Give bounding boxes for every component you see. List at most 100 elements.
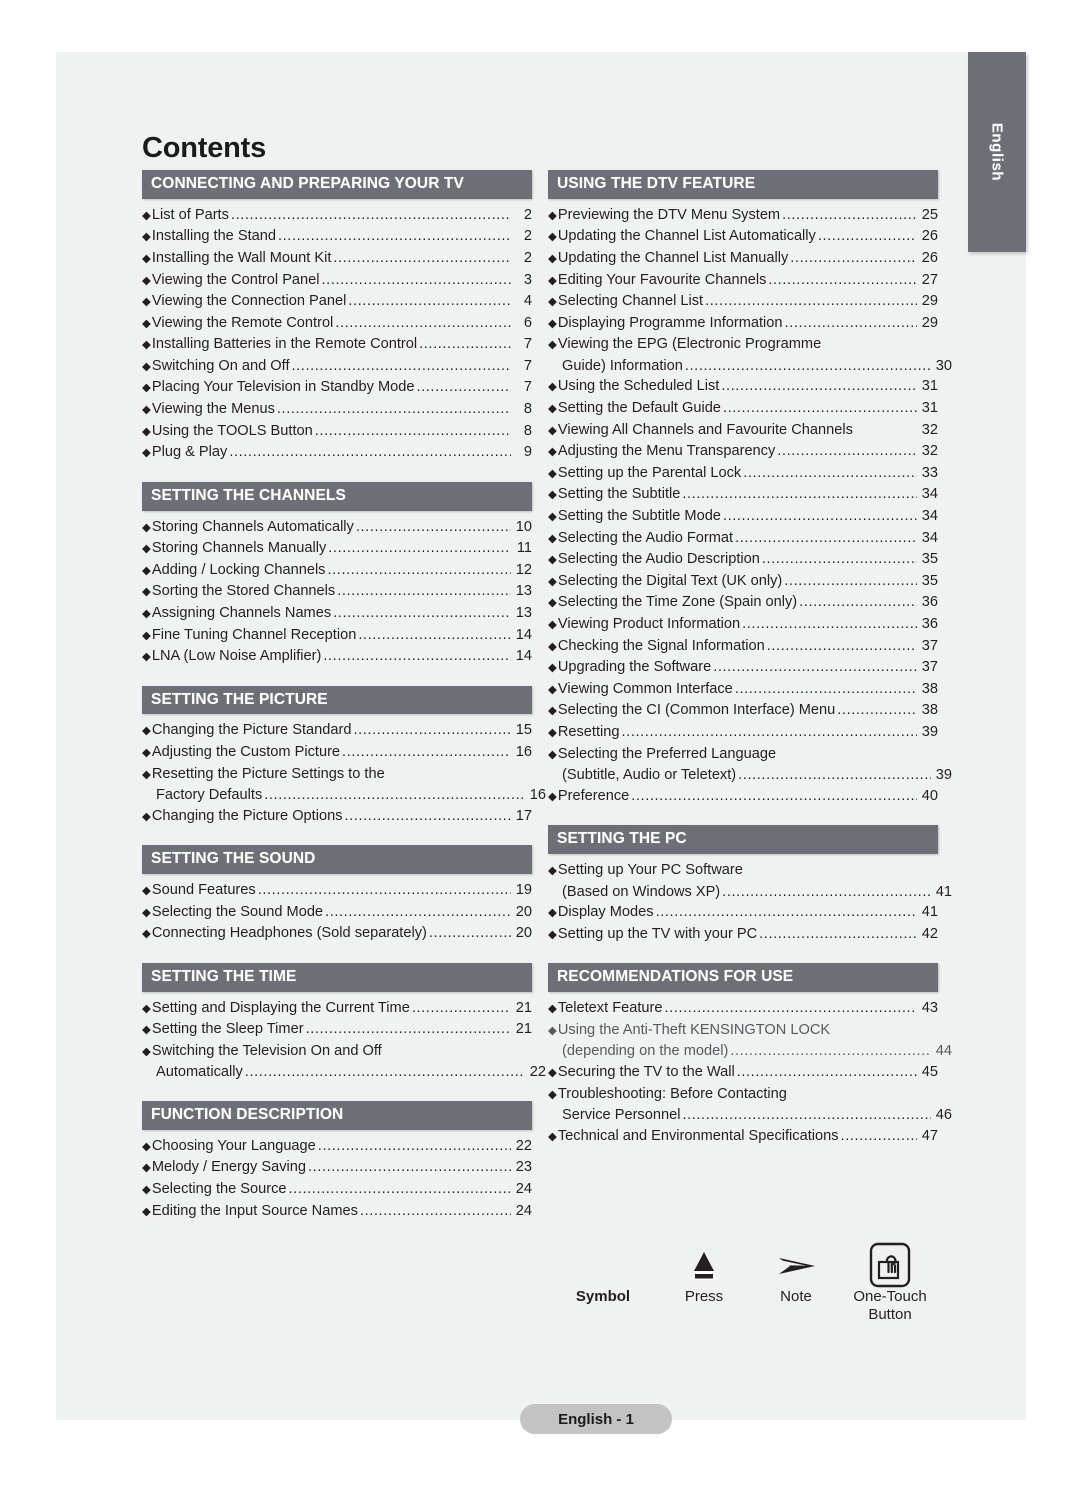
toc-entry[interactable]: ◆Editing the Input Source Names 24 — [142, 1201, 532, 1223]
toc-entry[interactable]: ◆Setting the Subtitle Mode 34 — [548, 506, 938, 528]
toc-entry[interactable]: ◆Choosing Your Language 22 — [142, 1136, 532, 1158]
legend-label-note: Note — [780, 1288, 812, 1305]
toc-entry[interactable]: ◆Upgrading the Software 37 — [548, 657, 938, 679]
toc-entry[interactable]: ◆Resetting 39 — [548, 722, 938, 744]
toc-entry[interactable]: ◆Selecting the Audio Format 34 — [548, 528, 938, 550]
toc-entry-page: 22 — [529, 1064, 546, 1081]
toc-entry[interactable]: ◆Selecting the Digital Text (UK only) 35 — [548, 571, 938, 593]
toc-entry[interactable]: ◆Setting up the Parental Lock 33 — [548, 463, 938, 485]
toc-entry-page: 45 — [921, 1063, 938, 1080]
toc-entry-page: 21 — [515, 1021, 532, 1038]
toc-entry[interactable]: ◆ Setting and Displaying the Current Time… — [142, 998, 532, 1020]
toc-entry-list: ◆Previewing the DTV Menu System25◆Updati… — [548, 199, 952, 808]
toc-entry-label: Setting up Your PC Software — [557, 862, 743, 879]
toc-entry[interactable]: ◆ Placing Your Television in Standby Mode… — [142, 377, 532, 399]
toc-entry[interactable]: ◆Troubleshooting: Before Contacting46Ser… — [548, 1084, 952, 1126]
diamond-bullet-icon: ◆ — [142, 928, 151, 941]
toc-entry-line: ◆Setting the Subtitle Mode 34 — [548, 506, 938, 528]
toc-entry[interactable]: ◆Teletext Feature 43 — [548, 998, 938, 1020]
toc-entry[interactable]: ◆ Viewing All Channels and Favourite Chan… — [548, 420, 938, 442]
toc-entry[interactable]: ◆Previewing the DTV Menu System 25 — [548, 205, 938, 227]
toc-entry[interactable]: ◆Melody / Energy Saving 23 — [142, 1157, 532, 1179]
toc-entry-label: Viewing the EPG (Electronic Programme — [557, 336, 822, 353]
dot-leader — [705, 291, 917, 312]
dot-leader — [348, 291, 511, 312]
toc-entry-line: ◆Adjusting the Menu Transparency 32 — [548, 441, 938, 463]
toc-entry-line: ◆ Setting and Displaying the Current Time… — [142, 998, 532, 1020]
toc-entry[interactable]: ◆Installing the Wall Mount Kit 2 — [142, 248, 532, 270]
toc-entry-page: 33 — [921, 464, 938, 481]
toc-entry-line: ◆Assigning Channels Names 13 — [142, 603, 532, 625]
toc-entry[interactable]: ◆Selecting the Time Zone (Spain only) 36 — [548, 592, 938, 614]
toc-entry-list: ◆ Setting and Displaying the Current Time… — [142, 992, 546, 1083]
dot-leader — [333, 603, 511, 624]
toc-entry[interactable]: ◆Sound Features 19 — [142, 880, 532, 902]
toc-entry[interactable]: ◆Viewing the Control Panel 3 — [142, 270, 532, 292]
toc-entry[interactable]: ◆Editing Your Favourite Channels 27 — [548, 270, 938, 292]
toc-entry[interactable]: ◆Fine Tuning Channel Reception 14 — [142, 625, 532, 647]
toc-entry[interactable]: ◆Selecting the Preferred Language39(Subt… — [548, 744, 952, 786]
diamond-bullet-icon: ◆ — [548, 296, 557, 309]
toc-entry[interactable]: ◆Displaying Programme Information 29 — [548, 313, 938, 335]
dot-leader — [799, 592, 917, 613]
diamond-bullet-icon: ◆ — [142, 274, 151, 287]
toc-entry-page: 24 — [515, 1202, 532, 1219]
toc-entry[interactable]: ◆Using the Anti-Theft KENSINGTON LOCK44(… — [548, 1020, 952, 1062]
toc-entry[interactable]: ◆Sorting the Stored Channels 13 — [142, 581, 532, 603]
toc-entry[interactable]: ◆Viewing the Menus 8 — [142, 399, 532, 421]
toc-entry[interactable]: ◆Selecting the Sound Mode 20 — [142, 902, 532, 924]
toc-entry[interactable]: ◆Installing the Stand 2 — [142, 226, 532, 248]
toc-entry[interactable]: ◆Setting up Your PC Software41(Based on … — [548, 860, 952, 902]
toc-entry[interactable]: ◆Setting the Default Guide 31 — [548, 398, 938, 420]
toc-entry[interactable]: ◆Preference 40 — [548, 786, 938, 808]
toc-entry[interactable]: ◆Plug & Play 9 — [142, 442, 532, 464]
toc-entry[interactable]: ◆List of Parts 2 — [142, 205, 532, 227]
toc-entry[interactable]: ◆ Technical and Environmental Specificati… — [548, 1126, 938, 1148]
diamond-bullet-icon: ◆ — [548, 467, 557, 480]
toc-entry[interactable]: ◆Selecting Channel List 29 — [548, 291, 938, 313]
toc-entry-page: 38 — [921, 702, 938, 719]
toc-entry[interactable]: ◆Changing the Picture Options 17 — [142, 806, 532, 828]
toc-entry[interactable]: ◆ Connecting Headphones (Sold separately)… — [142, 923, 532, 945]
toc-entry[interactable]: ◆Viewing the Connection Panel 4 — [142, 291, 532, 313]
toc-entry-label: Selecting the Digital Text (UK only) — [557, 572, 783, 589]
diamond-bullet-icon: ◆ — [548, 274, 557, 287]
toc-entry[interactable]: ◆Switching the Television On and Off22Au… — [142, 1041, 546, 1083]
toc-entry-line: ◆Securing the TV to the Wall 45 — [548, 1062, 938, 1084]
toc-entry[interactable]: ◆ Installing Batteries in the Remote Cont… — [142, 334, 532, 356]
toc-entry[interactable]: ◆Viewing the Remote Control 6 — [142, 313, 532, 335]
toc-entry[interactable]: ◆Using the TOOLS Button 8 — [142, 421, 532, 443]
toc-entry-page: 36 — [921, 594, 938, 611]
toc-entry[interactable]: ◆Adjusting the Custom Picture 16 — [142, 742, 532, 764]
toc-entry[interactable]: ◆Resetting the Picture Settings to the16… — [142, 764, 546, 806]
toc-entry-line: ◆Installing the Wall Mount Kit 2 — [142, 248, 532, 270]
toc-entry[interactable]: ◆Adjusting the Menu Transparency 32 — [548, 441, 938, 463]
toc-entry[interactable]: ◆Storing Channels Manually 11 — [142, 538, 532, 560]
toc-entry[interactable]: ◆LNA (Low Noise Amplifier) 14 — [142, 646, 532, 668]
toc-entry[interactable]: ◆Setting the Sleep Timer 21 — [142, 1019, 532, 1041]
toc-entry[interactable]: ◆Setting up the TV with your PC 42 — [548, 924, 938, 946]
legend-icon-one-touch — [842, 1242, 938, 1288]
toc-entry[interactable]: ◆Switching On and Off 7 — [142, 356, 532, 378]
toc-entry[interactable]: ◆Adding / Locking Channels 12 — [142, 560, 532, 582]
toc-entry[interactable]: ◆Checking the Signal Information 37 — [548, 636, 938, 658]
toc-entry[interactable]: ◆Setting the Subtitle 34 — [548, 484, 938, 506]
toc-entry[interactable]: ◆Viewing Product Information 36 — [548, 614, 938, 636]
dot-leader — [416, 377, 511, 398]
toc-entry-label: Adjusting the Custom Picture — [151, 744, 341, 761]
toc-entry[interactable]: ◆Viewing Common Interface 38 — [548, 679, 938, 701]
toc-entry[interactable]: ◆Changing the Picture Standard 15 — [142, 720, 532, 742]
toc-entry[interactable]: ◆Assigning Channels Names 13 — [142, 603, 532, 625]
toc-entry[interactable]: ◆Storing Channels Automatically 10 — [142, 517, 532, 539]
toc-entry[interactable]: ◆Selecting the Audio Description 35 — [548, 549, 938, 571]
toc-entry-page: 26 — [921, 249, 938, 266]
toc-entry[interactable]: ◆Updating the Channel List Manually 26 — [548, 248, 938, 270]
toc-entry[interactable]: ◆Selecting the Source 24 — [142, 1179, 532, 1201]
toc-entry[interactable]: ◆Viewing the EPG (Electronic Programme30… — [548, 334, 952, 376]
toc-entry[interactable]: ◆ Updating the Channel List Automatically… — [548, 226, 938, 248]
toc-entry-label: Setting up the TV with your PC — [557, 925, 758, 942]
toc-entry[interactable]: ◆Display Modes 41 — [548, 902, 938, 924]
toc-entry[interactable]: ◆Securing the TV to the Wall 45 — [548, 1062, 938, 1084]
toc-entry[interactable]: ◆ Selecting the CI (Common Interface) Men… — [548, 700, 938, 722]
toc-entry[interactable]: ◆Using the Scheduled List 31 — [548, 376, 938, 398]
